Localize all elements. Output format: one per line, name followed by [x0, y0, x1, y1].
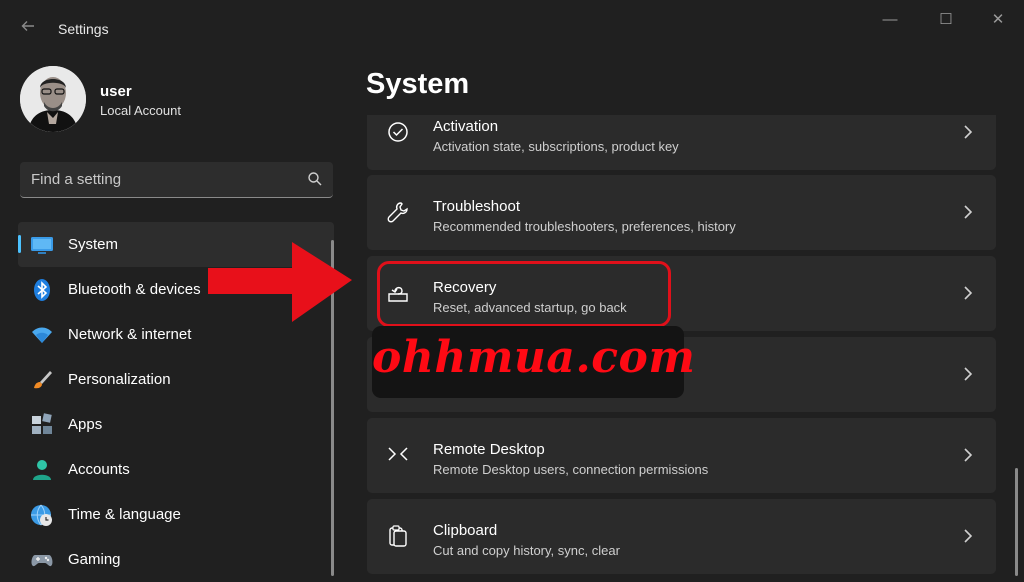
gamepad-icon — [31, 555, 53, 567]
system-monitor-icon — [31, 237, 53, 254]
globe-clock-icon — [31, 504, 52, 526]
sidebar-item-accounts[interactable]: Accounts — [18, 447, 334, 492]
app-title: Settings — [58, 21, 109, 37]
wrench-icon — [387, 202, 408, 223]
red-arrow-icon — [208, 242, 352, 322]
sidebar-item-label: Bluetooth & devices — [68, 281, 201, 298]
chevron-right-icon — [964, 125, 973, 139]
sidebar-item-time-language[interactable]: Time & language — [18, 492, 334, 537]
minimize-button[interactable]: — — [870, 8, 910, 32]
chevron-right-icon — [964, 286, 973, 300]
sidebar-item-label: Network & internet — [68, 326, 192, 343]
accounts-icon — [33, 460, 51, 480]
account-type: Local Account — [100, 103, 181, 118]
sidebar-item-label: Accounts — [68, 461, 130, 478]
search-icon[interactable] — [307, 171, 323, 187]
sidebar-item-label: System — [68, 236, 119, 253]
settings-card-activation[interactable]: Activation Activation state, subscriptio… — [367, 115, 996, 170]
page-title: System — [366, 68, 470, 100]
sidebar-item-gaming[interactable]: Gaming — [18, 537, 334, 582]
search-input[interactable] — [20, 162, 290, 196]
chevron-right-icon — [964, 529, 973, 543]
card-subtitle: Remote Desktop users, connection permiss… — [433, 462, 709, 477]
close-button[interactable]: ✕ — [978, 8, 1018, 32]
sidebar-item-label: Apps — [68, 416, 103, 433]
settings-card-remote-desktop[interactable]: Remote Desktop Remote Desktop users, con… — [367, 418, 996, 493]
user-name: user — [100, 83, 132, 100]
bluetooth-icon — [34, 279, 50, 301]
settings-card-clipboard[interactable]: Clipboard Cut and copy history, sync, cl… — [367, 499, 996, 574]
wifi-icon — [32, 327, 52, 343]
recovery-highlight-box — [377, 261, 671, 327]
search-box[interactable] — [20, 162, 333, 198]
chevron-right-icon — [964, 205, 973, 219]
sidebar-item-label: Personalization — [68, 371, 171, 388]
sidebar-item-label: Time & language — [68, 506, 181, 523]
card-title: Activation — [433, 118, 499, 135]
clipboard-icon — [389, 525, 407, 547]
card-subtitle: Activation state, subscriptions, product… — [433, 139, 679, 154]
watermark-text: ohhmua.com — [372, 332, 696, 383]
apps-icon — [32, 413, 52, 434]
remote-desktop-icon — [388, 447, 408, 461]
watermark-banner: ohhmua.com — [372, 326, 696, 398]
chevron-right-icon — [964, 367, 973, 381]
main-scrollbar[interactable] — [1015, 468, 1018, 576]
back-arrow-icon[interactable] — [16, 16, 40, 40]
brush-icon — [34, 371, 52, 389]
maximize-button[interactable]: ☐ — [926, 8, 966, 32]
check-circle-icon — [388, 122, 408, 142]
avatar — [20, 66, 86, 132]
card-subtitle: Cut and copy history, sync, clear — [433, 543, 620, 558]
user-profile[interactable]: user Local Account — [20, 66, 320, 132]
card-title: Remote Desktop — [433, 441, 545, 458]
title-bar: Settings — ☐ ✕ — [0, 0, 1024, 60]
settings-card-troubleshoot[interactable]: Troubleshoot Recommended troubleshooters… — [367, 175, 996, 250]
sidebar-item-apps[interactable]: Apps — [18, 402, 334, 447]
sidebar-item-personalization[interactable]: Personalization — [18, 357, 334, 402]
sidebar-item-label: Gaming — [68, 551, 121, 568]
card-title: Troubleshoot — [433, 198, 520, 215]
card-title: Clipboard — [433, 522, 498, 539]
card-subtitle: Recommended troubleshooters, preferences… — [433, 219, 736, 234]
chevron-right-icon — [964, 448, 973, 462]
